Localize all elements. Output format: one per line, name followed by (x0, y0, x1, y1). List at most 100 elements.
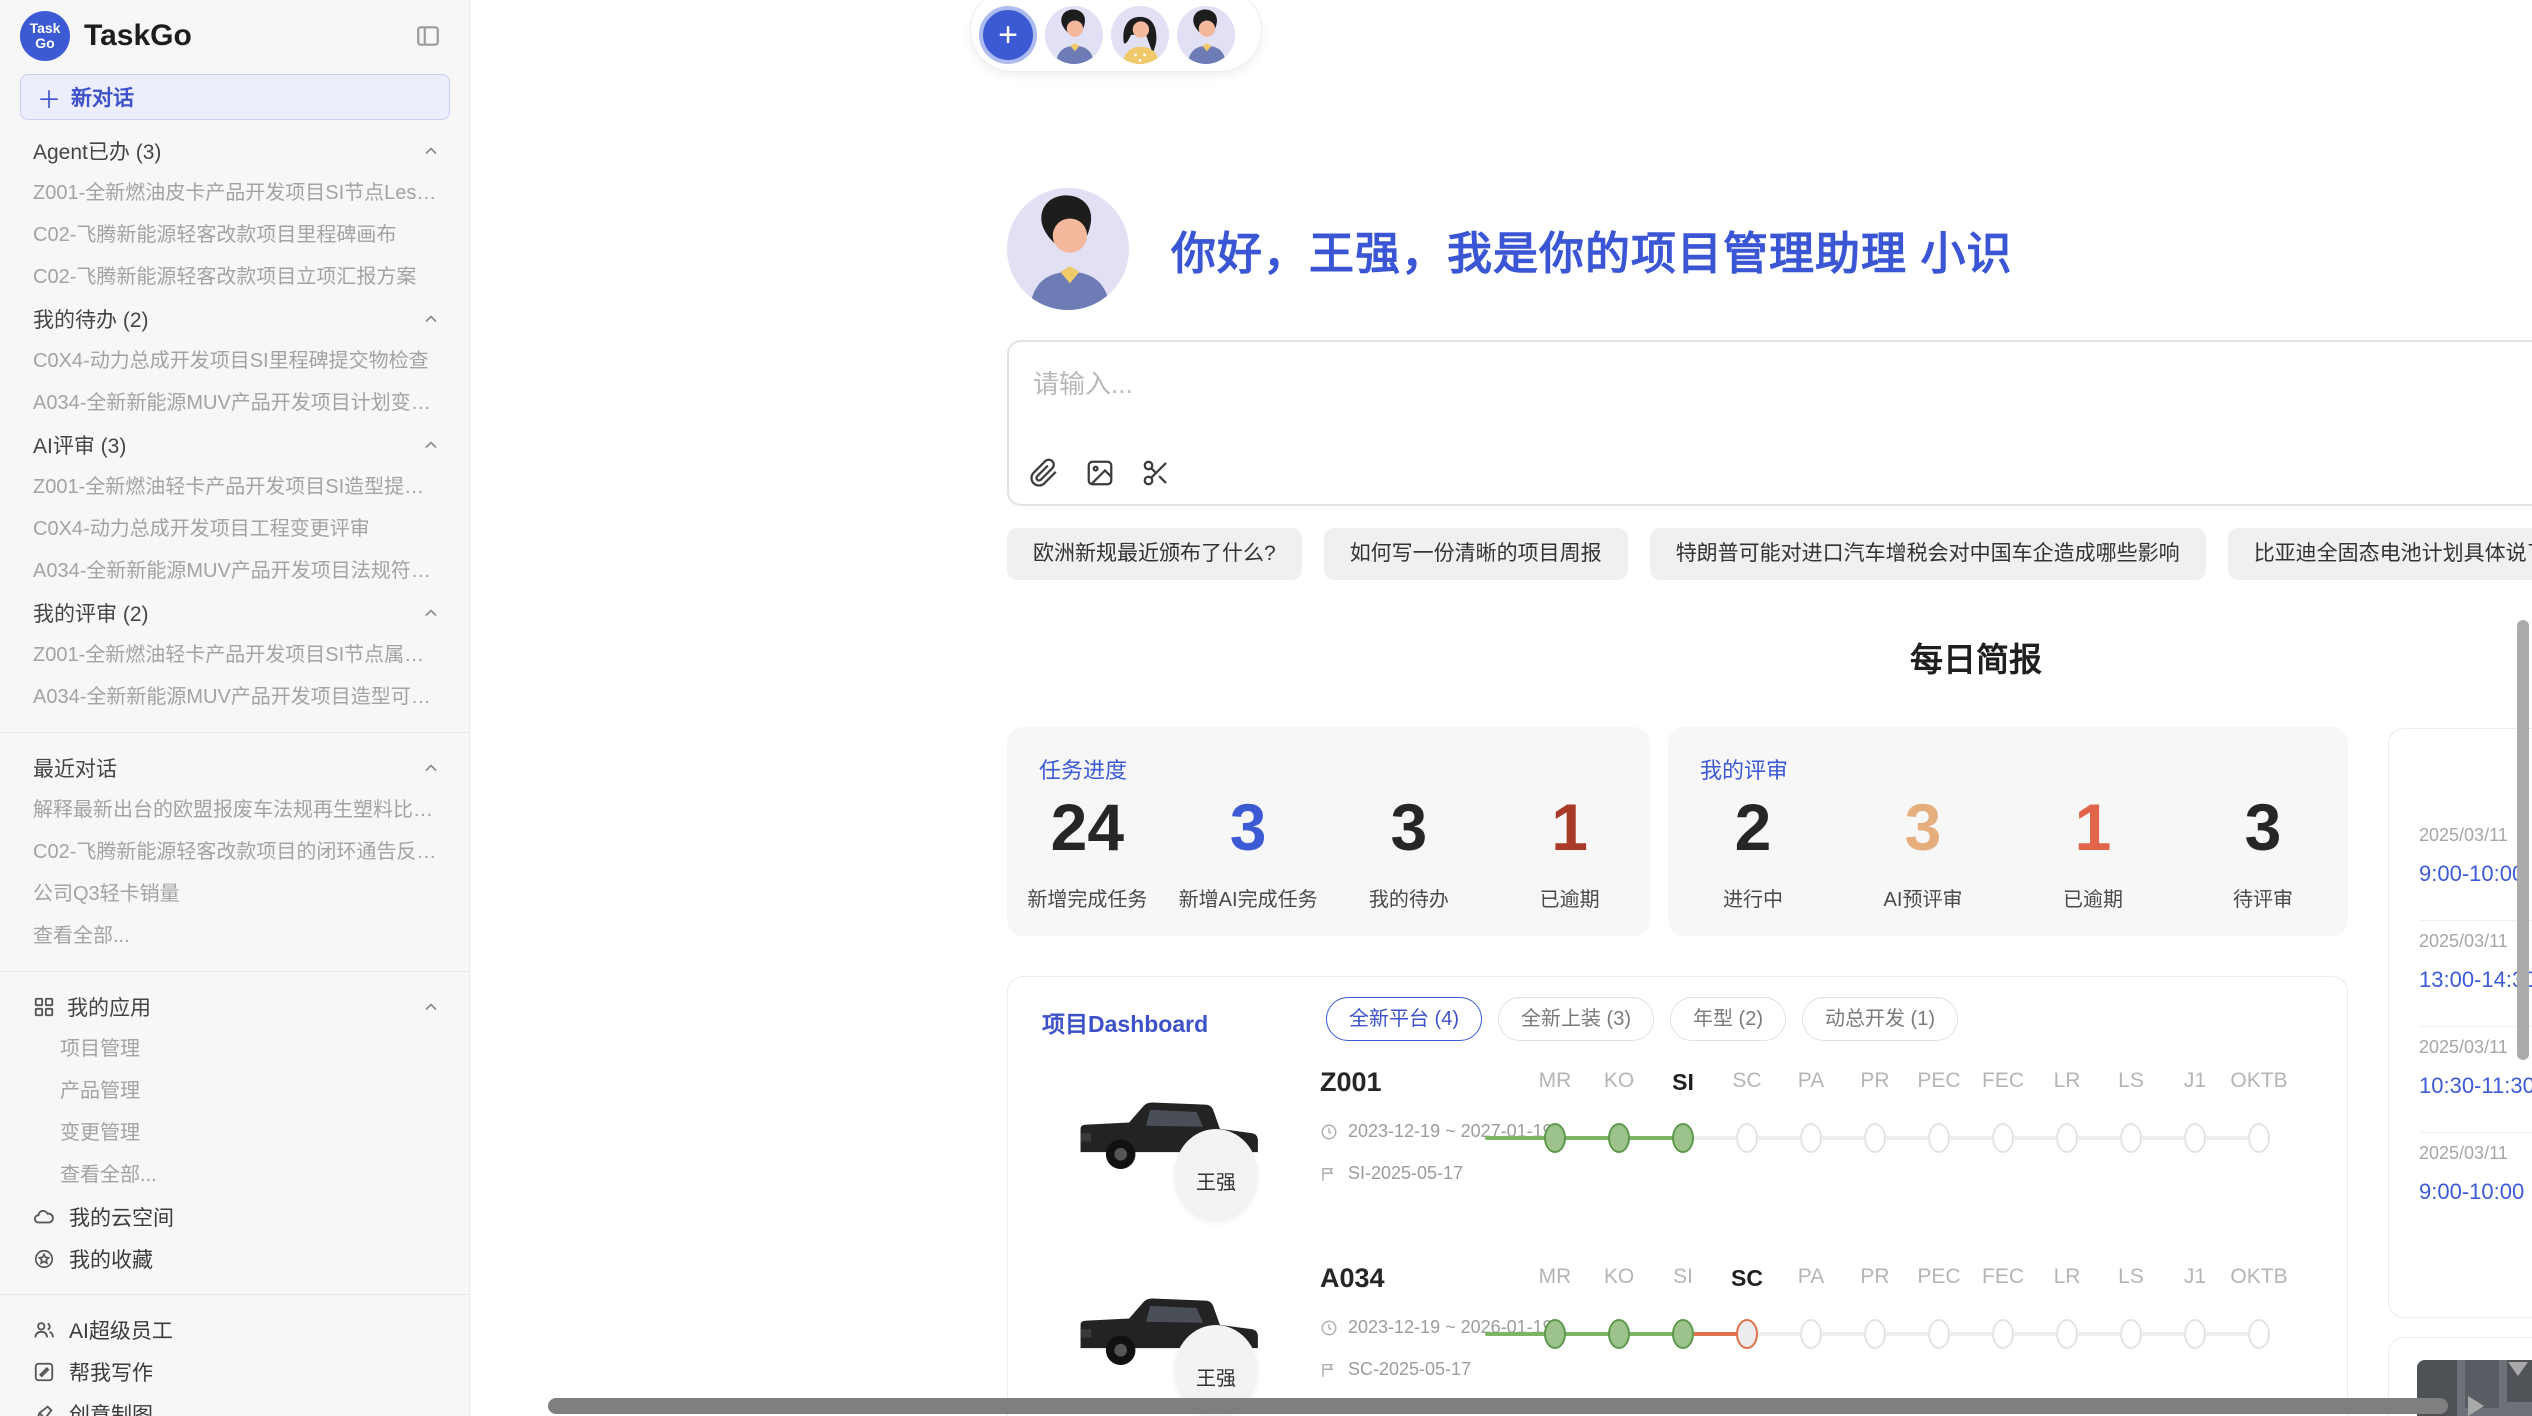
recent-chat-item[interactable]: C02-飞腾新能源轻客改款项目的闭环通告反馈情况 (0, 831, 469, 873)
sidebar-task-item[interactable]: C02-飞腾新能源轻客改款项目里程碑画布 (0, 214, 469, 256)
my-review-card: 我的评审 2进行中 3AI预评审 1已逾期 3待评审 (1668, 727, 2348, 936)
stat-overdue: 1已逾期 (2008, 785, 2178, 912)
project-row-z001[interactable]: 王强 Z001 2023-12-19 ~ 2027-01-19 SI-2025-… (1008, 1063, 2347, 1253)
section-my-apps[interactable]: 我的应用 (0, 986, 469, 1028)
suggestion-chip[interactable]: 欧洲新规最近颁布了什么? (1007, 528, 1302, 580)
apps-view-all[interactable]: 查看全部... (0, 1154, 469, 1196)
app-logo: Task Go (20, 11, 70, 61)
sidebar-item-creative-draw[interactable]: 创意制图 (0, 1393, 469, 1416)
sidebar-item-favorites[interactable]: 我的收藏 (0, 1238, 469, 1280)
project-dashboard-card: 项目Dashboard 全新平台 (4) 全新上装 (3) 年型 (2) 动总开… (1007, 976, 2348, 1416)
dashboard-title: 项目Dashboard (1042, 1005, 1208, 1039)
attachment-icon[interactable] (1029, 458, 1059, 488)
schedule-item: 2025/03/11 9:00-10:00 C001-立项审批会 加入 (2419, 815, 2532, 921)
agent-avatar[interactable] (1111, 6, 1169, 64)
pen-icon (33, 1403, 55, 1416)
app-title: TaskGo (84, 19, 415, 53)
sidebar: Task Go TaskGo ＋ 新对话 Agent已办 (3) Z001-全新… (0, 0, 470, 1416)
view-all-schedule-link[interactable]: 查看所有日程 (2389, 1257, 2532, 1291)
quick-agents-bar: + (970, 0, 1262, 72)
sidebar-task-item[interactable]: C0X4-动力总成开发项目SI里程碑提交物检查 (0, 340, 469, 382)
sidebar-task-item[interactable]: A034-全新新能源MUV产品开发项目造型可行性评审 (0, 676, 469, 718)
milestone-track: MRKOSISCPAPRPECFECLRLSJ1OKTB (1523, 1069, 2291, 1189)
sidebar-task-item[interactable]: Z001-全新燃油皮卡产品开发项目SI节点Lesson Learn报告 (0, 172, 469, 214)
tab-powertrain[interactable]: 动总开发 (1) (1802, 997, 1958, 1041)
stat-ai-prereview: 3AI预评审 (1838, 785, 2008, 912)
plus-icon: ＋ (37, 80, 61, 115)
stat-new-done: 24新增完成任务 (1007, 785, 1168, 912)
add-agent-button[interactable]: + (979, 6, 1037, 64)
recent-chat-item[interactable]: 公司Q3轻卡销量 (0, 873, 469, 915)
chat-input-placeholder: 请输入... (1033, 364, 1133, 401)
schedule-date: 2025/03/11 (2419, 931, 2532, 952)
scroll-down-arrow[interactable] (2508, 1362, 2528, 1376)
sidebar-task-item[interactable]: A034-全新新能源MUV产品开发项目法规符合性评审 (0, 550, 469, 592)
stat-my-todo: 3我的待办 (1329, 785, 1490, 912)
vertical-scrollbar[interactable] (2517, 620, 2529, 1060)
daily-briefing-header: 每日简报 (1007, 633, 2532, 681)
schedule-date: 2025/03/11 (2419, 825, 2532, 846)
schedule-date: 2025/03/11 (2419, 1143, 2532, 1164)
new-chat-button[interactable]: ＋ 新对话 (20, 74, 450, 120)
app-item-change-mgmt[interactable]: 变更管理 (0, 1112, 469, 1154)
chevron-up-icon (421, 309, 441, 329)
schedule-item: 2025/03/11 13:00-14:30 C003|H0B-方案冻结评审 加… (2419, 921, 2532, 1027)
agent-avatar[interactable] (1045, 6, 1103, 64)
section-my-todo[interactable]: 我的待办 (2) (0, 298, 469, 340)
app-item-product-mgmt[interactable]: 产品管理 (0, 1070, 469, 1112)
sidebar-item-help-write[interactable]: 帮我写作 (0, 1351, 469, 1393)
sidebar-item-cloud-space[interactable]: 我的云空间 (0, 1196, 469, 1238)
suggestion-chip[interactable]: 如何写一份清晰的项目周报 (1324, 528, 1628, 580)
tab-year-model[interactable]: 年型 (2) (1670, 997, 1786, 1041)
stat-overdue: 1已逾期 (1489, 785, 1650, 912)
section-recent-chats[interactable]: 最近对话 (0, 747, 469, 789)
sidebar-task-item[interactable]: C0X4-动力总成开发项目工程变更评审 (0, 508, 469, 550)
chevron-up-icon (421, 603, 441, 623)
scroll-right-arrow[interactable] (2468, 1396, 2484, 1416)
agent-avatar[interactable] (1177, 6, 1235, 64)
schedule-date: 2025/03/11 (2419, 1037, 2532, 1058)
milestone-track: MRKOSISCPAPRPECFECLRLSJ1OKTB (1523, 1265, 2291, 1385)
cloud-icon (33, 1206, 55, 1228)
divider (0, 1294, 469, 1295)
chevron-up-icon (421, 141, 441, 161)
app-item-project-mgmt[interactable]: 项目管理 (0, 1028, 469, 1070)
recent-view-all[interactable]: 查看全部... (0, 915, 469, 957)
clock-icon (1320, 1123, 1338, 1141)
schedule-item: 2025/03/11 9:00-10:00 X003-车辆动力学性能验... 加… (2419, 1133, 2532, 1239)
tab-new-body[interactable]: 全新上装 (3) (1498, 997, 1654, 1041)
card-title: 任务进度 (1039, 753, 1127, 785)
project-code: Z001 (1320, 1067, 1382, 1098)
sidebar-task-item[interactable]: Z001-全新燃油轻卡产品开发项目SI造型提交物评审 (0, 466, 469, 508)
recent-chat-item[interactable]: 解释最新出台的欧盟报废车法规再生塑料比例被调至15%... (0, 789, 469, 831)
sidebar-task-item[interactable]: Z001-全新燃油轻卡产品开发项目SI节点属性5D文件评审 (0, 634, 469, 676)
dashboard-tabs: 全新平台 (4) 全新上装 (3) 年型 (2) 动总开发 (1) (1326, 997, 1958, 1041)
section-my-review[interactable]: 我的评审 (2) (0, 592, 469, 634)
flag-icon (1320, 1361, 1338, 1379)
suggestion-chip[interactable]: 比亚迪全固态电池计划具体说了什么 (2228, 528, 2532, 580)
write-icon (33, 1361, 55, 1383)
schedule-time: 10:30-11:30 (2419, 1073, 2532, 1099)
project-owner-avatar: 王强 (1174, 1129, 1258, 1221)
sidebar-task-item[interactable]: A034-全新新能源MUV产品开发项目计划变更表编写 (0, 382, 469, 424)
chat-input-box[interactable]: 请输入... (1007, 340, 2532, 506)
schedule-card: 日程 2025/03/11 9:00-10:00 C001-立项审批会 加入 2… (2388, 728, 2532, 1318)
sidebar-item-ai-employee[interactable]: AI超级员工 (0, 1309, 469, 1351)
horizontal-scrollbar[interactable] (548, 1398, 2448, 1414)
project-flag-milestone: SC-2025-05-17 (1320, 1359, 1471, 1380)
chevron-up-icon (421, 997, 441, 1017)
tab-new-platform[interactable]: 全新平台 (4) (1326, 997, 1482, 1041)
chevron-up-icon (421, 435, 441, 455)
sidebar-collapse-icon[interactable] (415, 23, 441, 49)
flag-icon (1320, 1165, 1338, 1183)
suggestion-chips: 欧洲新规最近颁布了什么? 如何写一份清晰的项目周报 特朗普可能对进口汽车增税会对… (1007, 528, 2532, 580)
section-agent-done[interactable]: Agent已办 (3) (0, 130, 469, 172)
main-content: + 王强 你好，王强，我是你的项目管理助理 小识 请输入... (470, 0, 2532, 1416)
image-icon[interactable] (1085, 458, 1115, 488)
project-row-a034[interactable]: 王强 A034 2023-12-19 ~ 2026-01-19 SC-2025-… (1008, 1259, 2347, 1416)
scissors-icon[interactable] (1141, 458, 1171, 488)
divider (0, 732, 469, 733)
suggestion-chip[interactable]: 特朗普可能对进口汽车增税会对中国车企造成哪些影响 (1650, 528, 2206, 580)
section-ai-review[interactable]: AI评审 (3) (0, 424, 469, 466)
sidebar-task-item[interactable]: C02-飞腾新能源轻客改款项目立项汇报方案 (0, 256, 469, 298)
